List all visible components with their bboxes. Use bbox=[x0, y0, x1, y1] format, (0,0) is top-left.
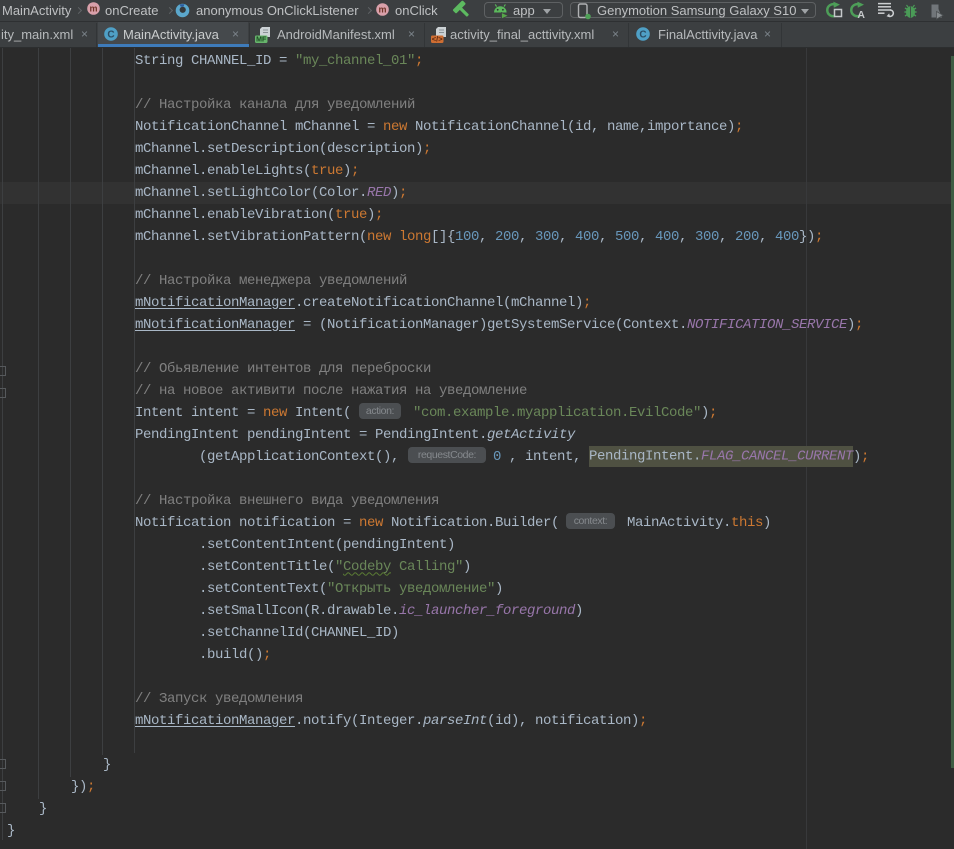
svg-text:</>: </> bbox=[432, 35, 443, 44]
svg-text:MF: MF bbox=[256, 37, 267, 44]
svg-text:m: m bbox=[89, 4, 97, 14]
svg-text:m: m bbox=[378, 5, 386, 15]
svg-text:C: C bbox=[107, 30, 114, 41]
svg-text:C: C bbox=[639, 30, 646, 41]
svg-text:A: A bbox=[857, 9, 865, 20]
